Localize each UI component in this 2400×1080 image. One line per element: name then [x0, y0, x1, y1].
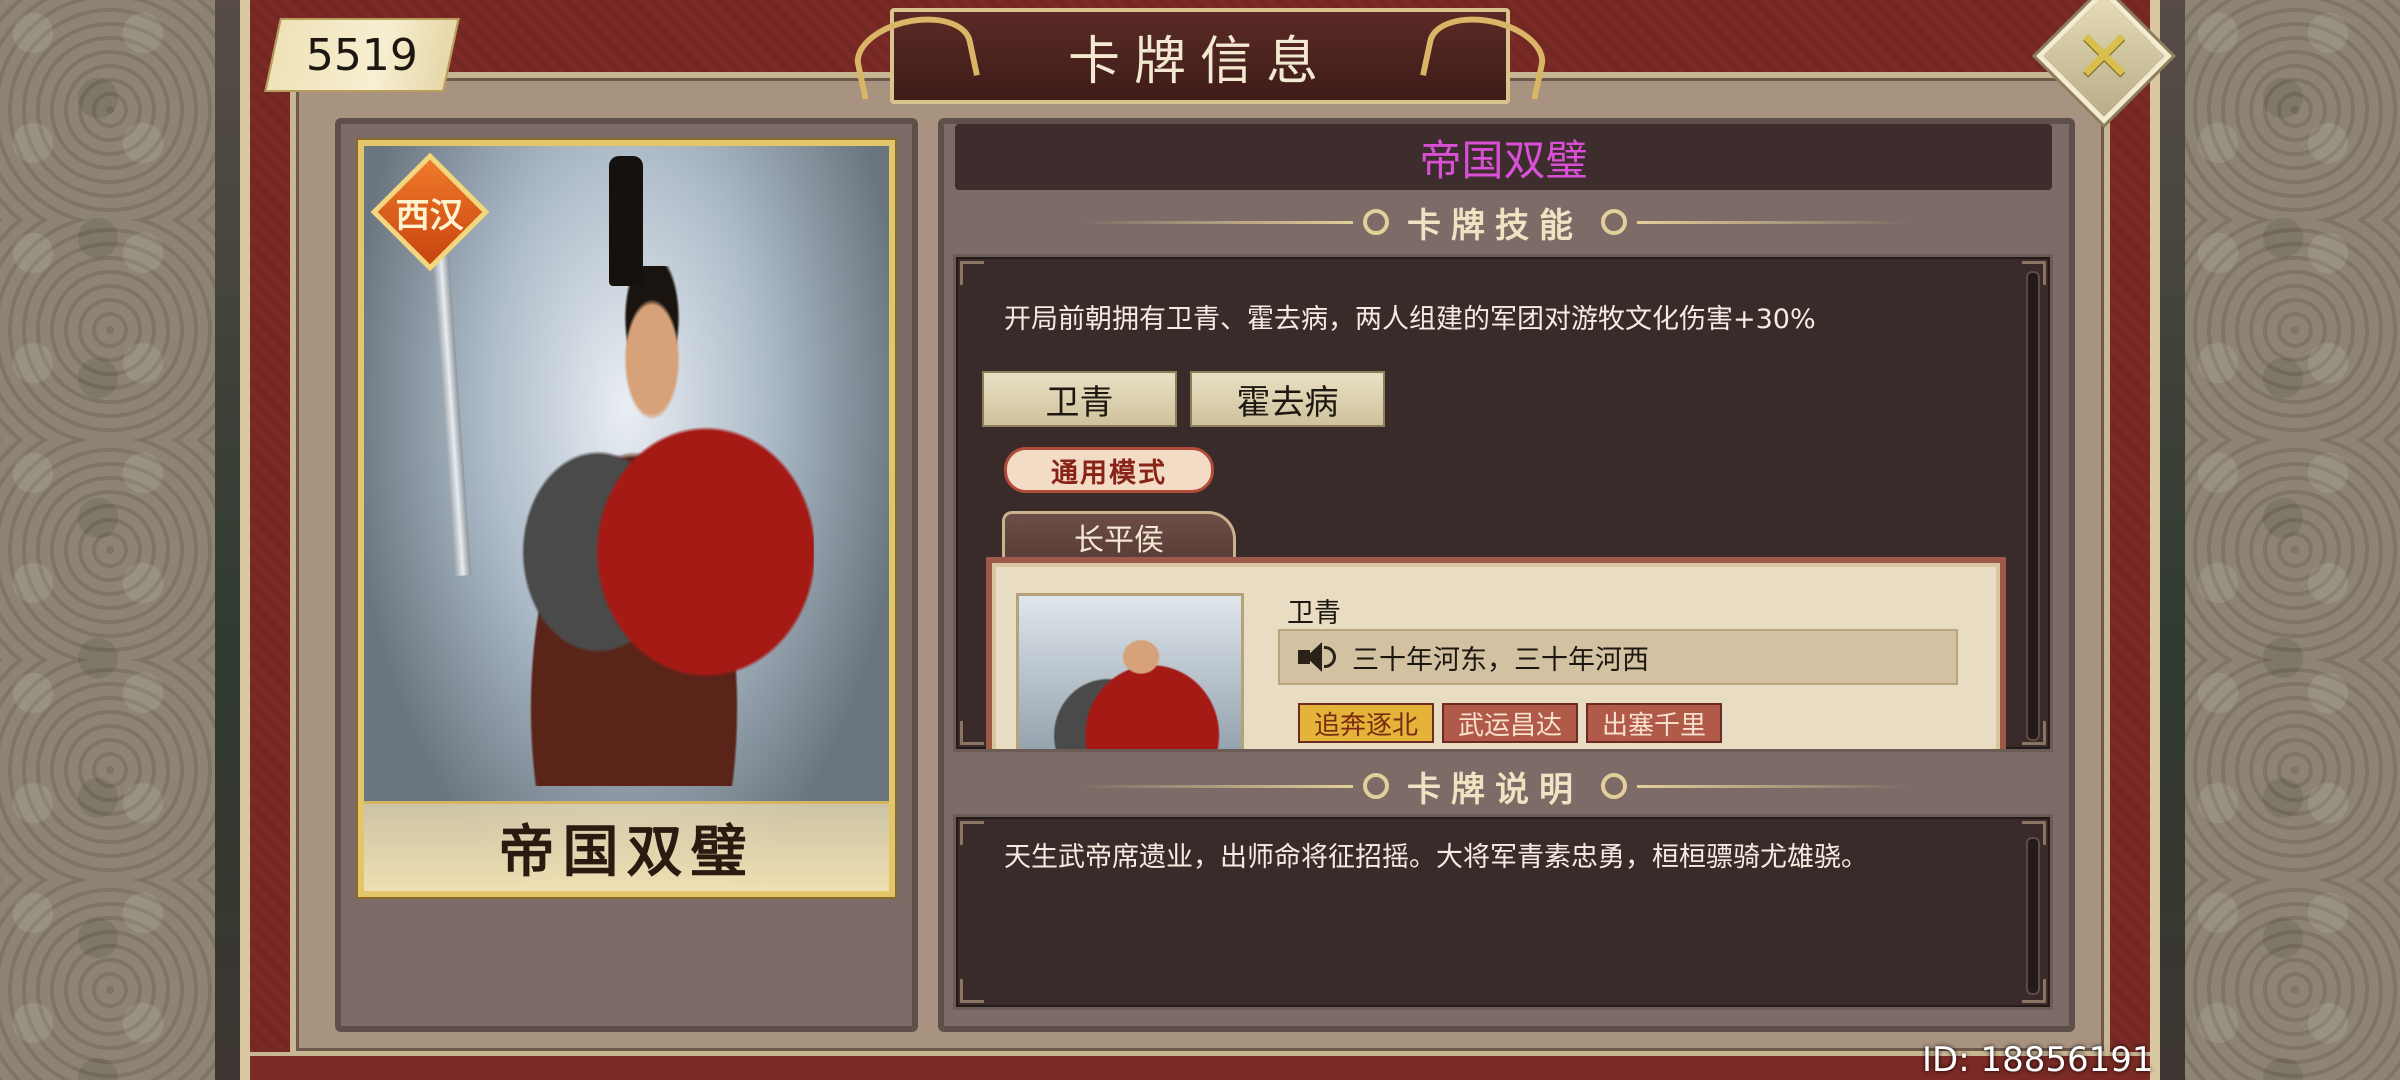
divider-line [1637, 220, 1910, 224]
speaker-icon[interactable] [1298, 640, 1338, 674]
swirl-ornament-icon [1363, 209, 1389, 235]
corner-ornament [960, 821, 984, 845]
dialog-bottom-rail [250, 1052, 2150, 1080]
currency-display: 5519 [264, 18, 460, 92]
mode-tag-label: 通用模式 [1051, 457, 1167, 489]
skills-section-label: 卡牌技能 [1407, 205, 1583, 246]
hero-card[interactable]: 西汉 帝国双璧 [358, 140, 895, 897]
card-description: 天生武帝席遗业，出师命将征招摇。大将军青素忠勇，桓桓骠骑尤雄骁。 [1004, 842, 1868, 873]
swirl-ornament-icon [1601, 209, 1627, 235]
skills-section-header: 卡牌技能 [1080, 200, 1910, 246]
description-section-label: 卡牌说明 [1407, 769, 1583, 810]
left-dragon-pattern [0, 0, 215, 1080]
quote-text: 三十年河东，三十年河西 [1352, 644, 1649, 676]
divider-line [1080, 784, 1353, 788]
corner-ornament [960, 979, 984, 1003]
swirl-ornament-icon [1601, 773, 1627, 799]
hero-portrait-thumbnail [1016, 593, 1244, 749]
description-scrollbar[interactable] [2026, 837, 2040, 995]
corner-ornament [960, 721, 984, 745]
skill-description: 开局前朝拥有卫青、霍去病，两人组建的军团对游牧文化伤害+30% [1004, 304, 1816, 335]
card-name: 帝国双璧 [498, 819, 755, 885]
mode-tag: 通用模式 [1004, 447, 1214, 493]
description-box[interactable]: 天生武帝席遗业，出师命将征招摇。大将军青素忠勇，桓桓骠骑尤雄骁。 [953, 814, 2053, 1010]
dynasty-badge: 西汉 [370, 152, 490, 272]
dynasty-label: 西汉 [396, 195, 464, 236]
helmet-plume-icon [609, 156, 643, 286]
currency-amount: 5519 [306, 29, 418, 81]
card-title-bar: 帝国双璧 [955, 124, 2052, 190]
card-title: 帝国双璧 [1419, 135, 1588, 185]
skills-scrollbar[interactable] [2026, 271, 2040, 741]
swirl-ornament-icon [1363, 773, 1389, 799]
title-banner: 卡牌信息 [848, 6, 1552, 104]
title-tab-label: 长平侯 [1074, 522, 1164, 558]
corner-ornament [960, 261, 984, 285]
hero-button-weiqing[interactable]: 卫青 [982, 371, 1177, 427]
player-id: ID: 18856191 [1922, 1040, 2154, 1080]
skill-tag[interactable]: 武运昌达 [1442, 703, 1579, 743]
hero-button-huoqubing[interactable]: 霍去病 [1190, 371, 1385, 427]
close-x-icon: ✕ [2073, 13, 2135, 98]
skill-tag[interactable]: 追奔逐北 [1298, 703, 1435, 743]
tab-title[interactable]: 长平侯 [1002, 511, 1236, 559]
right-dragon-pattern [2185, 0, 2400, 1080]
divider-line [1637, 784, 1910, 788]
skills-box[interactable]: 开局前朝拥有卫青、霍去病，两人组建的军团对游牧文化伤害+30% 卫青 霍去病 通… [953, 254, 2053, 752]
skill-tag[interactable]: 出塞千里 [1586, 703, 1723, 743]
description-section-header: 卡牌说明 [1080, 764, 1910, 810]
card-name-plate: 帝国双璧 [364, 801, 889, 891]
voice-quote-bar[interactable]: 三十年河东，三十年河西 [1278, 629, 1958, 685]
divider-line [1080, 220, 1353, 224]
hero-dialog-card: 卫青 三十年河东，三十年河西 追奔逐北 武运昌达 出塞千里 [986, 557, 2006, 749]
skill-tag-row: 追奔逐北 武运昌达 出塞千里 [1298, 703, 1723, 743]
speaker-name: 卫青 [1287, 598, 1341, 629]
page-title: 卡牌信息 [1067, 31, 1332, 92]
general-portrait-image [454, 266, 814, 786]
